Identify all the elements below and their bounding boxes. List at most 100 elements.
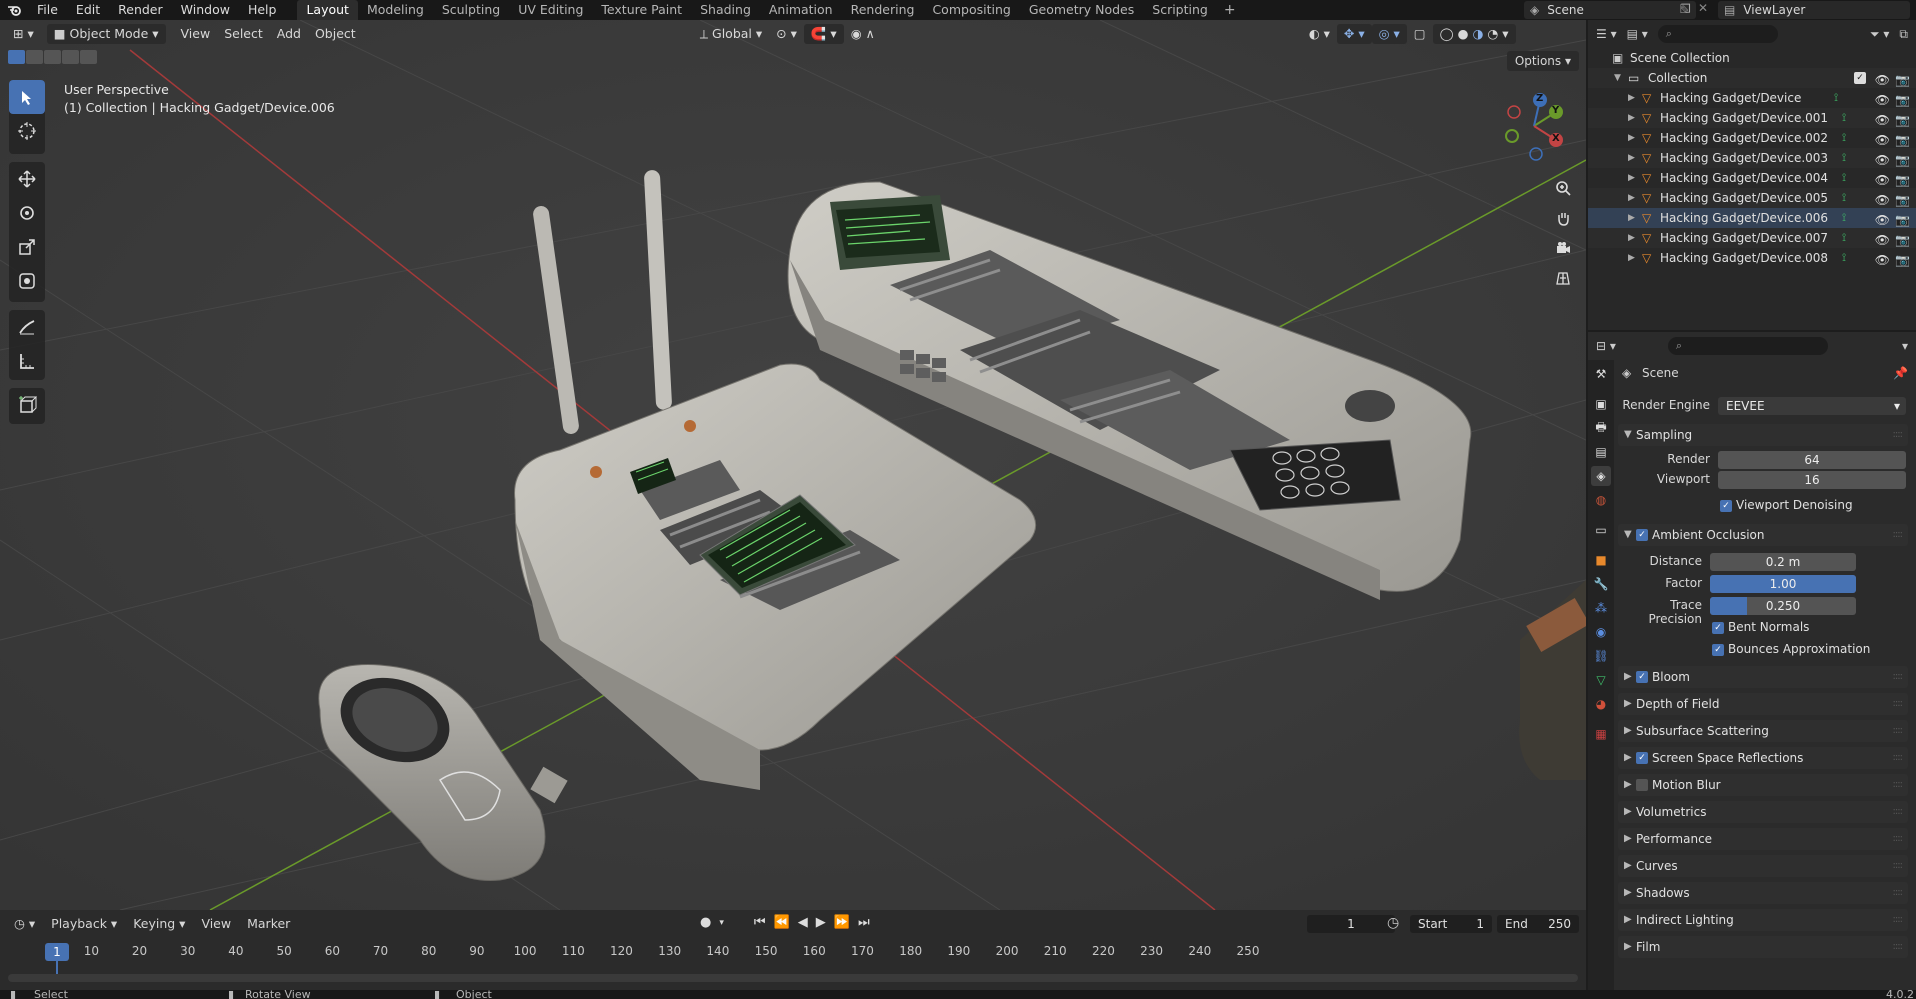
record-icon[interactable]: ●	[700, 915, 711, 931]
visibility-eye-icon[interactable]: 👁	[1875, 230, 1890, 250]
render-engine-dropdown[interactable]: EEVEE ▾	[1718, 397, 1906, 415]
timeline-scrollbar[interactable]	[8, 974, 1578, 982]
mesh-data-icon[interactable]: ⟟	[1842, 248, 1846, 268]
visibility-eye-icon[interactable]: 👁	[1875, 110, 1890, 130]
tab-geometry-nodes[interactable]: Geometry Nodes	[1020, 0, 1143, 20]
scale-tool[interactable]	[9, 230, 45, 264]
drag-handle-icon[interactable]: ::::	[1893, 693, 1904, 715]
view-layer-selector[interactable]: ▤ ViewLayer	[1718, 1, 1910, 19]
xray-toggle-icon[interactable]: ▢	[1407, 24, 1433, 44]
gizmo-toggle-icon[interactable]: ✥ ▾	[1336, 23, 1372, 44]
drag-handle-icon[interactable]: ::::	[1893, 774, 1904, 796]
outliner-editor-type-icon[interactable]: ☰ ▾	[1596, 27, 1617, 41]
move-tool[interactable]	[9, 162, 45, 196]
drag-handle-icon[interactable]: ::::	[1893, 936, 1904, 958]
outliner-object-row[interactable]: ▶ ▽ Hacking Gadget/Device.004 ⟟ 👁 📷	[1588, 168, 1916, 188]
shading-mode-buttons[interactable]: ◯ ● ◑ ◔ ▾	[1432, 23, 1516, 44]
display-mode-icon[interactable]: ▤ ▾	[1627, 27, 1648, 41]
mesh-data-icon[interactable]: ⟟	[1842, 208, 1846, 228]
tab-uv-editing[interactable]: UV Editing	[509, 0, 592, 20]
output-tab-icon[interactable]: 🖶	[1591, 418, 1611, 438]
end-frame-field[interactable]: End 250	[1497, 915, 1579, 933]
measure-tool[interactable]	[9, 344, 45, 378]
texture-tab-icon[interactable]: ▦	[1591, 724, 1611, 744]
pivot-point-icon[interactable]: ⊙ ▾	[769, 24, 804, 44]
render-tab-icon[interactable]: ▣	[1591, 394, 1611, 414]
tab-compositing[interactable]: Compositing	[923, 0, 1019, 20]
menu-object[interactable]: Object	[308, 24, 363, 44]
expand-arrow-icon[interactable]: ▶	[1628, 228, 1635, 248]
mode-dropdown[interactable]: ■ Object Mode ▾	[46, 23, 166, 44]
render-camera-icon[interactable]: 📷	[1895, 150, 1910, 170]
playhead[interactable]: 1	[45, 943, 69, 961]
record-options-icon[interactable]: ▾	[719, 915, 724, 931]
ao-trace-precision-slider[interactable]: 0.250	[1710, 597, 1856, 615]
proportional-editing-icon[interactable]: ◉ ∧	[844, 24, 882, 44]
select-extend-icon[interactable]	[26, 50, 43, 64]
tool-tab-icon[interactable]: ⚒	[1591, 364, 1611, 384]
menu-help[interactable]: Help	[239, 0, 286, 20]
visibility-eye-icon[interactable]: 👁	[1875, 210, 1890, 230]
playback-menu[interactable]: Playback ▾	[43, 914, 125, 934]
outliner-object-row[interactable]: ▶ ▽ Hacking Gadget/Device.005 ⟟ 👁 📷	[1588, 188, 1916, 208]
3d-viewport[interactable]: ⊞ ▾ ■ Object Mode ▾ View Select Add Obje…	[0, 20, 1586, 910]
collection-row[interactable]: ▼ ▭ Collection ✓ 👁 📷	[1588, 68, 1916, 88]
tab-shading[interactable]: Shading	[691, 0, 760, 20]
visibility-eye-icon[interactable]: 👁	[1875, 130, 1890, 150]
bloom-checkbox[interactable]: ✓	[1636, 671, 1648, 683]
pin-icon[interactable]: 📌	[1893, 366, 1908, 380]
visibility-eye-icon[interactable]: 👁	[1875, 70, 1890, 90]
subsurface-scattering-panel-header[interactable]: ▶ Subsurface Scattering::::	[1618, 720, 1908, 742]
filter-icon[interactable]: ⏷ ▾	[1870, 27, 1889, 42]
bent-normals-checkbox[interactable]: ✓	[1712, 622, 1724, 634]
menu-select[interactable]: Select	[217, 24, 270, 44]
add-workspace-button[interactable]: +	[1217, 2, 1243, 18]
menu-file[interactable]: File	[28, 0, 67, 20]
mesh-data-icon[interactable]: ⟟	[1842, 128, 1846, 148]
expand-arrow-icon[interactable]: ▶	[1628, 108, 1635, 128]
ao-distance-field[interactable]: 0.2 m	[1710, 553, 1856, 571]
menu-render[interactable]: Render	[109, 0, 172, 20]
drag-handle-icon[interactable]: ::::	[1893, 855, 1904, 877]
mesh-data-icon[interactable]: ⟟	[1834, 88, 1838, 108]
world-tab-icon[interactable]: ◍	[1591, 490, 1611, 510]
overlays-toggle-icon[interactable]: ◎ ▾	[1371, 23, 1407, 44]
outliner-object-row[interactable]: ▶ ▽ Hacking Gadget/Device ⟟ 👁 📷	[1588, 88, 1916, 108]
render-camera-icon[interactable]: 📷	[1895, 170, 1910, 190]
screen-space-reflections-panel-header[interactable]: ▶ ✓ Screen Space Reflections::::	[1618, 747, 1908, 769]
properties-search-input[interactable]: ⌕	[1667, 337, 1828, 355]
mesh-data-icon[interactable]: ⟟	[1842, 228, 1846, 248]
tab-layout[interactable]: Layout	[297, 0, 358, 20]
constraints-tab-icon[interactable]: ⛓	[1591, 646, 1611, 666]
wireframe-shading-icon[interactable]: ◯	[1440, 26, 1454, 41]
object-tab-icon[interactable]: ■	[1591, 550, 1611, 570]
render-camera-icon[interactable]: 📷	[1895, 190, 1910, 210]
render-camera-icon[interactable]: 📷	[1895, 70, 1910, 90]
tab-sculpting[interactable]: Sculpting	[433, 0, 509, 20]
viewport-denoising-checkbox[interactable]: ✓	[1720, 500, 1732, 512]
annotate-tool[interactable]	[9, 310, 45, 344]
drag-handle-icon[interactable]: ::::	[1893, 720, 1904, 742]
jump-end-icon[interactable]: ⏭	[858, 915, 870, 931]
outliner-object-row[interactable]: ▶ ▽ Hacking Gadget/Device.002 ⟟ 👁 📷	[1588, 128, 1916, 148]
tab-modeling[interactable]: Modeling	[358, 0, 433, 20]
transform-tool[interactable]	[9, 264, 45, 298]
menu-edit[interactable]: Edit	[67, 0, 109, 20]
material-shading-icon[interactable]: ◑	[1472, 26, 1483, 41]
outliner-object-row[interactable]: ▶ ▽ Hacking Gadget/Device.007 ⟟ 👁 📷	[1588, 228, 1916, 248]
film-panel-header[interactable]: ▶ Film::::	[1618, 936, 1908, 958]
tab-scripting[interactable]: Scripting	[1143, 0, 1217, 20]
next-keyframe-icon[interactable]: ⏩	[834, 915, 850, 931]
render-camera-icon[interactable]: 📷	[1895, 130, 1910, 150]
play-icon[interactable]: ▶	[816, 915, 826, 931]
mesh-data-icon[interactable]: ⟟	[1842, 148, 1846, 168]
editor-type-button[interactable]: ⊞ ▾	[6, 24, 41, 44]
drag-handle-icon[interactable]: ::::	[1893, 828, 1904, 850]
render-samples-field[interactable]: 64	[1718, 451, 1906, 469]
scene-collection-row[interactable]: ▣ Scene Collection	[1588, 48, 1916, 68]
menu-view[interactable]: View	[174, 24, 218, 44]
drag-handle-icon[interactable]: ::::	[1893, 882, 1904, 904]
tab-animation[interactable]: Animation	[760, 0, 842, 20]
blender-logo-icon[interactable]	[0, 0, 28, 20]
select-new-icon[interactable]	[8, 50, 25, 64]
